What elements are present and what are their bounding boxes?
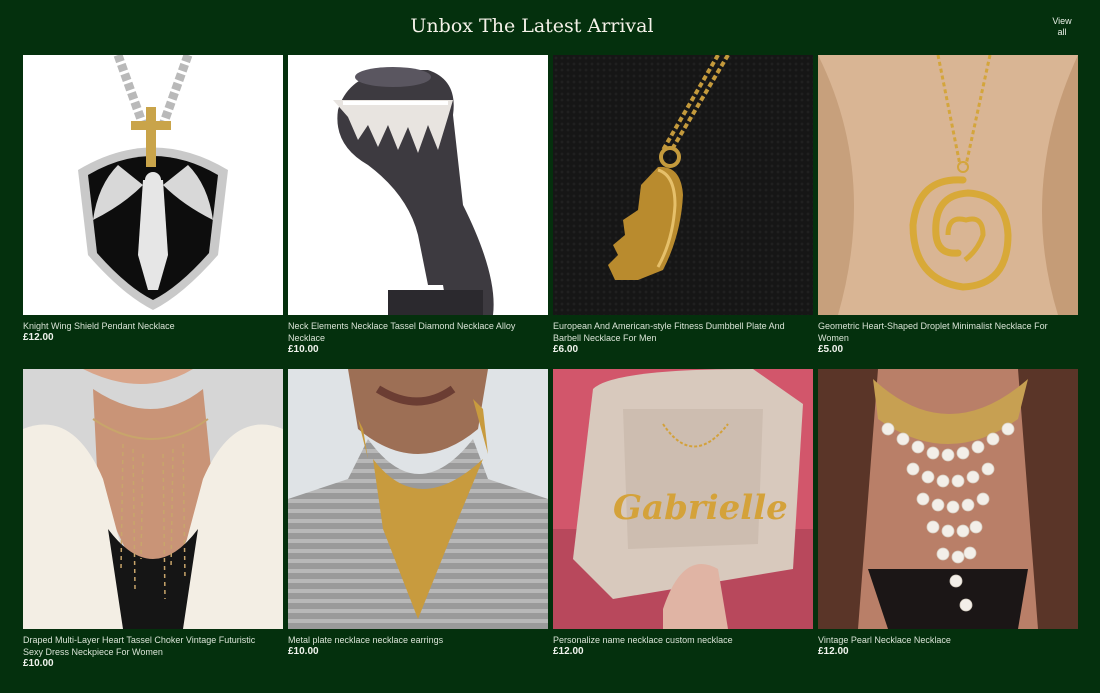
product-card[interactable]: Draped Multi-Layer Heart Tassel Choker V…	[23, 369, 283, 683]
product-name[interactable]: Draped Multi-Layer Heart Tassel Choker V…	[23, 634, 283, 658]
product-price: £6.00	[553, 344, 579, 355]
shield-pendant-necklace-image[interactable]	[23, 55, 283, 315]
svg-text:Gabrielle: Gabrielle	[613, 488, 788, 528]
product-card[interactable]: Neck Elements Necklace Tassel Diamond Ne…	[288, 55, 548, 369]
product-name[interactable]: Vintage Pearl Necklace Necklace	[818, 634, 1078, 646]
dumbbell-plate-necklace-image[interactable]	[553, 55, 813, 315]
product-card[interactable]: Metal plate necklace necklace earrings £…	[288, 369, 548, 683]
view-all-label-line2: all	[1057, 27, 1067, 37]
product-price: £10.00	[288, 646, 319, 657]
product-name[interactable]: Personalize name necklace custom necklac…	[553, 634, 813, 646]
product-price: £12.00	[23, 332, 54, 343]
section-title: Unbox The Latest Arrival	[410, 15, 654, 37]
product-price: £10.00	[23, 658, 54, 669]
metal-plate-necklace-image[interactable]	[288, 369, 548, 629]
product-card[interactable]: Gabrielle Personalize name necklace cust…	[553, 369, 813, 683]
pearl-necklace-image[interactable]	[818, 369, 1078, 629]
diamond-tassel-necklace-image[interactable]	[288, 55, 548, 315]
product-name[interactable]: Knight Wing Shield Pendant Necklace	[23, 320, 283, 332]
heart-droplet-necklace-image[interactable]	[818, 55, 1078, 315]
view-all-label-line1: View	[1052, 16, 1072, 26]
product-card[interactable]: Geometric Heart-Shaped Droplet Minimalis…	[818, 55, 1078, 369]
product-card[interactable]: European And American-style Fitness Dumb…	[553, 55, 813, 369]
product-card[interactable]: Knight Wing Shield Pendant Necklace £12.…	[23, 55, 283, 369]
product-grid: Knight Wing Shield Pendant Necklace £12.…	[23, 55, 1078, 683]
product-name[interactable]: European And American-style Fitness Dumb…	[553, 320, 813, 344]
product-price: £12.00	[553, 646, 584, 657]
product-name[interactable]: Geometric Heart-Shaped Droplet Minimalis…	[818, 320, 1078, 344]
product-name[interactable]: Metal plate necklace necklace earrings	[288, 634, 548, 646]
product-price: £5.00	[818, 344, 844, 355]
name-necklace-image[interactable]: Gabrielle	[553, 369, 813, 629]
product-price: £10.00	[288, 344, 319, 355]
view-all-link[interactable]: View all	[1045, 16, 1079, 38]
tassel-choker-image[interactable]	[23, 369, 283, 629]
product-name[interactable]: Neck Elements Necklace Tassel Diamond Ne…	[288, 320, 548, 344]
product-price: £12.00	[818, 646, 849, 657]
product-card[interactable]: Vintage Pearl Necklace Necklace £12.00	[818, 369, 1078, 683]
